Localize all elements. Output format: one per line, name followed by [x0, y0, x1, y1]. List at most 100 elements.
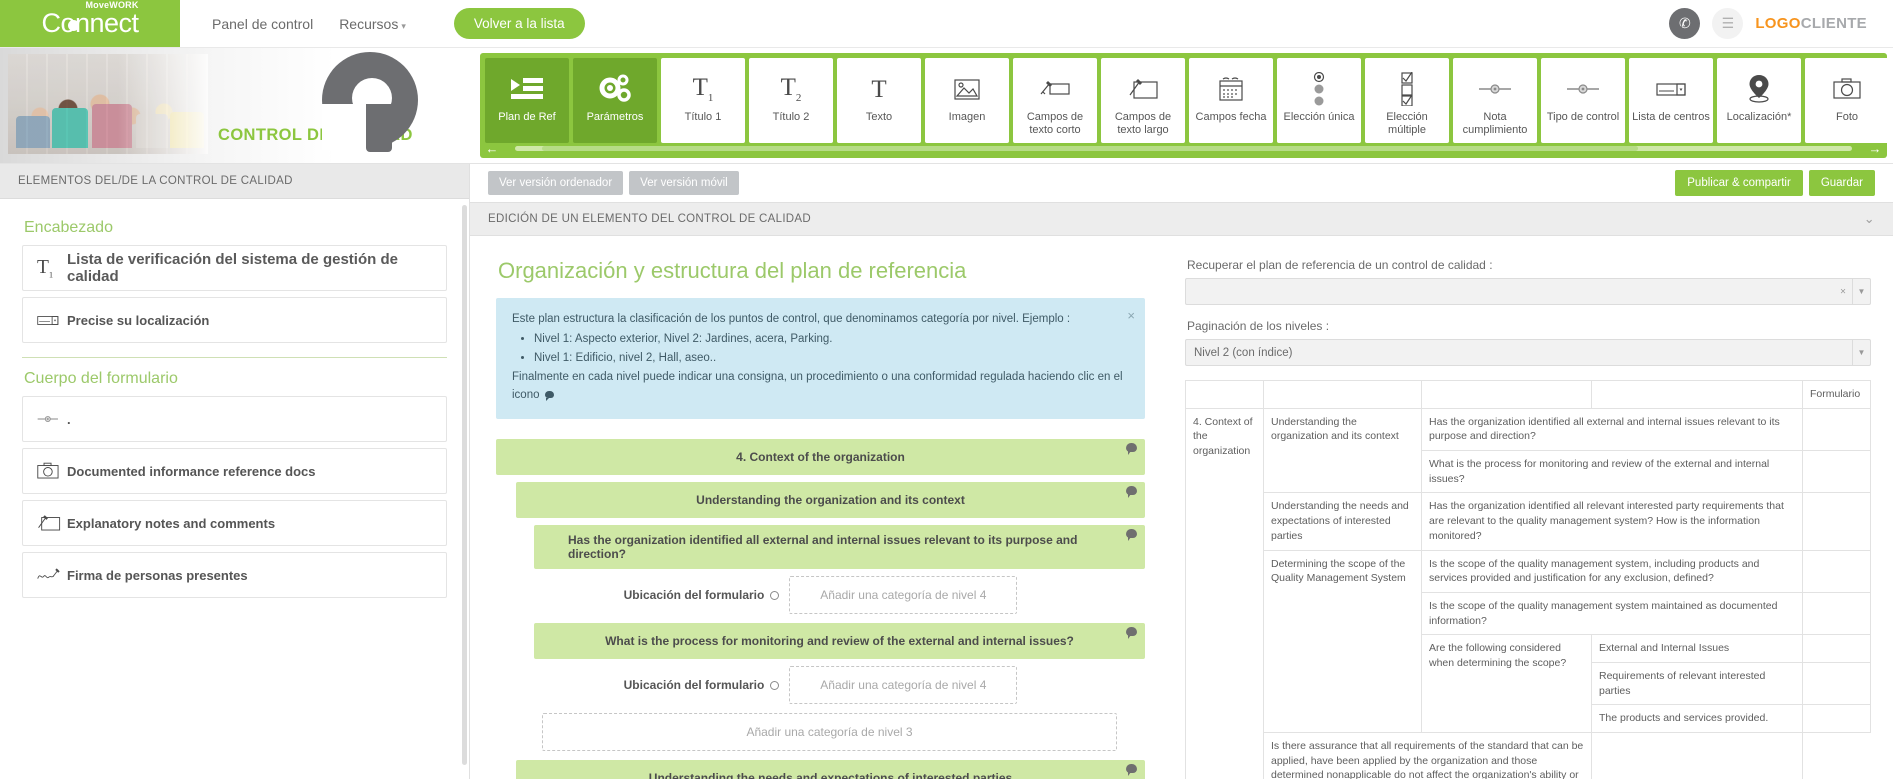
info-box-outro-wrap: Finalmente en cada nivel puede indicar u… [512, 369, 1129, 405]
toolbar-scroll-right-icon[interactable]: → [1868, 142, 1882, 155]
form-location-label: Ubicación del formulario [624, 678, 765, 692]
view-desktop-button[interactable]: Ver versión ordenador [488, 171, 623, 195]
category-block-level-3[interactable]: Has the organization identified all exte… [534, 525, 1145, 569]
clear-icon[interactable]: × [1840, 286, 1846, 297]
toolbar-item-par-metros[interactable]: Parámetros [573, 58, 657, 143]
chevron-down-icon[interactable]: ⌄ [1864, 211, 1875, 227]
toolbar-item-label: Título 2 [770, 111, 813, 124]
comment-bubble-icon[interactable] [1126, 764, 1137, 773]
toolbar-item-foto[interactable]: Foto [1805, 58, 1887, 143]
add-level-4-category-button[interactable]: Añadir una categoría de nivel 4 [789, 576, 1017, 614]
toolbar-scroll-thumb[interactable] [542, 146, 1638, 151]
add-level-3-category-button[interactable]: Añadir una categoría de nivel 3 [542, 713, 1117, 751]
category-label: Understanding the needs and expectations… [649, 771, 1012, 779]
toolbar-item-t-tulo-2[interactable]: T2Título 2 [749, 58, 833, 143]
table-cell: External and Internal Issues [1592, 635, 1803, 663]
page-banner: CONTROL DE CALIDAD [0, 48, 480, 163]
category-block-level-2[interactable]: Understanding the needs and expectations… [516, 760, 1145, 779]
pagination-label: Paginación de los niveles : [1187, 319, 1871, 333]
back-to-list-button[interactable]: Volver a la lista [454, 8, 585, 39]
table-cell [1803, 493, 1871, 550]
form-location-row: Ubicación del formulario Añadir una categ… [496, 576, 1145, 614]
toolbar-item-lista-de-centros[interactable]: Lista de centros [1629, 58, 1713, 143]
banner-photo [8, 54, 208, 154]
sidebar-element-card[interactable]: Firma de personas presentes [22, 552, 447, 598]
table-row: Determining the scope of the Quality Man… [1186, 550, 1871, 592]
gears-icon [598, 69, 632, 109]
form-location-label: Ubicación del formulario [624, 588, 765, 602]
table-cell: Is the scope of the quality management s… [1422, 592, 1803, 634]
sidebar-element-card[interactable]: Precise su localización [22, 297, 447, 343]
toolbar-item-plan-de-ref[interactable]: Plan de Ref [485, 58, 569, 143]
add-level-4-category-button[interactable]: Añadir una categoría de nivel 4 [789, 666, 1017, 704]
form-location-radio[interactable] [770, 591, 779, 600]
nav-link-recursos[interactable]: Recursos▾ [339, 16, 406, 32]
recover-plan-select[interactable]: × ▼ [1185, 278, 1871, 305]
toolbar-item-localizaci-n[interactable]: Localización* [1717, 58, 1801, 143]
category-block-level-3[interactable]: What is the process for monitoring and r… [534, 623, 1145, 659]
brand-logo[interactable]: MoveWORK Connect [0, 0, 180, 47]
toolbar-item-elecci-n-nica[interactable]: Elección única [1277, 58, 1361, 143]
toolbar-scroll-left-icon[interactable]: ← [485, 142, 499, 155]
info-box-outro: Finalmente en cada nivel puede indicar u… [512, 371, 1123, 401]
pagination-select[interactable]: Nivel 2 (con índice) ▼ [1185, 339, 1871, 366]
table-cell: Understanding the organization and its c… [1264, 408, 1422, 493]
form-location-radio[interactable] [770, 681, 779, 690]
category-label: 4. Context of the organization [736, 450, 905, 464]
table-header-blank-2 [1264, 381, 1422, 409]
nav-link-panel-de-control[interactable]: Panel de control [212, 16, 313, 32]
content-toolbar: Ver versión ordenador Ver versión móvil … [470, 164, 1893, 202]
top-nav-right-group: ✆ ☰ LOGOCLIENTE [1669, 0, 1893, 47]
toolbar-item-label: Imagen [946, 111, 989, 124]
dropdown-icon [37, 315, 59, 324]
toolbar-item-texto[interactable]: TTexto [837, 58, 921, 143]
view-mobile-button[interactable]: Ver versión móvil [629, 171, 739, 195]
table-header-blank-1 [1186, 381, 1264, 409]
sidebar-element-card[interactable]: Explanatory notes and comments [22, 500, 447, 546]
category-label: What is the process for monitoring and r… [605, 634, 1074, 648]
toolbar-items-strip: Plan de Ref Parámetros T1Título 1T2Título … [485, 58, 1882, 143]
heading-one-icon: T1 [693, 69, 714, 109]
content-toolbar-actions: Publicar & compartir Guardar [1675, 170, 1875, 196]
category-block-level-1[interactable]: 4. Context of the organization [496, 439, 1145, 475]
sidebar-element-card[interactable]: Documented informance reference docs [22, 448, 447, 494]
table-cell [1803, 662, 1871, 704]
table-header-blank-3 [1422, 381, 1592, 409]
toolbar-item-imagen[interactable]: Imagen [925, 58, 1009, 143]
content-area: Ver versión ordenador Ver versión móvil … [470, 164, 1893, 779]
toolbar-item-campos-de-texto-corto[interactable]: Campos de texto corto [1013, 58, 1097, 143]
toolbar-item-t-tulo-1[interactable]: T1Título 1 [661, 58, 745, 143]
slider-icon [1566, 69, 1600, 109]
publish-share-button[interactable]: Publicar & compartir [1675, 170, 1803, 196]
toolbar-scroll-track[interactable] [515, 146, 1852, 151]
toolbar-item-tipo-de-control[interactable]: Tipo de control [1541, 58, 1625, 143]
toolbar-item-campos-de-texto-largo[interactable]: Campos de texto largo [1101, 58, 1185, 143]
sidebar-element-label: Lista de verificación del sistema de ges… [67, 251, 432, 285]
toolbar-item-elecci-n-m-ltiple[interactable]: Elección múltiple [1365, 58, 1449, 143]
comment-bubble-icon[interactable] [1126, 486, 1137, 495]
comment-bubble-icon[interactable] [1126, 443, 1137, 452]
table-header-blank-4 [1592, 381, 1803, 409]
category-block-level-2[interactable]: Understanding the organization and its c… [516, 482, 1145, 518]
save-button[interactable]: Guardar [1809, 170, 1875, 196]
phone-icon[interactable]: ✆ [1669, 8, 1700, 39]
toolbar-item-campos-fecha[interactable]: Campos fecha [1189, 58, 1273, 143]
toolbar-item-label: Lista de centros [1629, 111, 1713, 124]
brand-name: Connect [41, 8, 138, 38]
comment-bubble-icon[interactable] [1126, 529, 1137, 538]
close-icon[interactable]: × [1127, 306, 1135, 326]
chevron-down-icon[interactable]: ▼ [1852, 279, 1870, 304]
sidebar-element-label: Firma de personas presentes [67, 568, 248, 583]
hamburger-menu-icon[interactable]: ☰ [1712, 8, 1743, 39]
toolbar-item-label: Parámetros [584, 111, 647, 124]
toolbar-item-label: Elección múltiple [1365, 111, 1449, 136]
toolbar-scrollbar[interactable]: ← → [485, 142, 1882, 155]
sidebar-scrollbar[interactable] [462, 205, 467, 765]
comment-bubble-icon[interactable] [1126, 627, 1137, 636]
table-header-formulario: Formulario [1803, 381, 1871, 409]
toolbar-item-nota-cumplimiento[interactable]: Nota cumplimiento [1453, 58, 1537, 143]
chevron-down-icon[interactable]: ▼ [1852, 340, 1870, 365]
element-toolbar: Plan de Ref Parámetros T1Título 1T2Título … [480, 53, 1887, 158]
sidebar-element-card[interactable]: . [22, 396, 447, 442]
sidebar-element-card[interactable]: T1Lista de verificación del sistema de g… [22, 245, 447, 291]
